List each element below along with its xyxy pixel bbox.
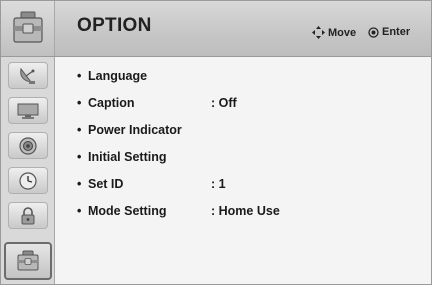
menu-item-power-indicator[interactable]: • Power Indicator — [77, 123, 397, 143]
menu-item-label: Caption — [88, 96, 135, 110]
list-bullet: • — [77, 123, 82, 137]
list-bullet: • — [77, 204, 82, 218]
page-title: OPTION — [77, 15, 152, 36]
lock-icon — [21, 206, 35, 224]
enter-button-icon — [368, 26, 379, 38]
enter-hint: Enter — [368, 26, 410, 38]
sidebar-item-option[interactable] — [4, 242, 52, 280]
monitor-icon — [17, 103, 39, 119]
menu-item-value: : Off — [211, 96, 237, 110]
list-bullet: • — [77, 69, 82, 83]
move-arrows-icon — [312, 26, 325, 39]
menu-item-label: Power Indicator — [88, 123, 182, 137]
menu-item-value: : 1 — [211, 177, 226, 191]
menu-item-label: Mode Setting — [88, 204, 167, 218]
menu-header: OPTION Move Enter — [1, 1, 431, 57]
toolbox-icon — [17, 250, 39, 271]
option-menu-window: OPTION Move Enter • Language • Caption:… — [0, 0, 432, 285]
sidebar-item-lock[interactable] — [8, 202, 48, 229]
move-hint: Move — [312, 26, 356, 39]
list-bullet: • — [77, 96, 82, 110]
menu-item-label: Initial Setting — [88, 150, 167, 164]
sidebar-item-picture[interactable] — [8, 97, 48, 124]
header-category-icon-box — [1, 1, 55, 56]
menu-item-initial-setting[interactable]: • Initial Setting — [77, 150, 397, 170]
menu-item-set-id[interactable]: • Set ID : 1 — [77, 177, 397, 197]
sidebar-item-channel[interactable] — [8, 62, 48, 89]
list-bullet: • — [77, 150, 82, 164]
sidebar-item-audio[interactable] — [8, 132, 48, 159]
category-sidebar — [1, 57, 55, 284]
list-bullet: • — [77, 177, 82, 191]
toolbox-icon — [13, 11, 43, 43]
clock-icon — [19, 171, 37, 190]
menu-item-label: Language — [88, 69, 148, 83]
move-hint-label: Move — [328, 26, 357, 39]
menu-item-value: : Home Use — [211, 204, 280, 218]
menu-item-language[interactable]: • Language — [77, 69, 397, 89]
satellite-dish-icon — [20, 67, 35, 84]
speaker-icon — [19, 136, 37, 155]
menu-item-mode-setting[interactable]: • Mode Setting : Home Use — [77, 204, 397, 224]
menu-item-caption[interactable]: • Caption : Off — [77, 96, 397, 116]
sidebar-item-time[interactable] — [8, 167, 48, 194]
enter-hint-label: Enter — [382, 26, 411, 38]
menu-item-label: Set ID — [88, 177, 124, 191]
